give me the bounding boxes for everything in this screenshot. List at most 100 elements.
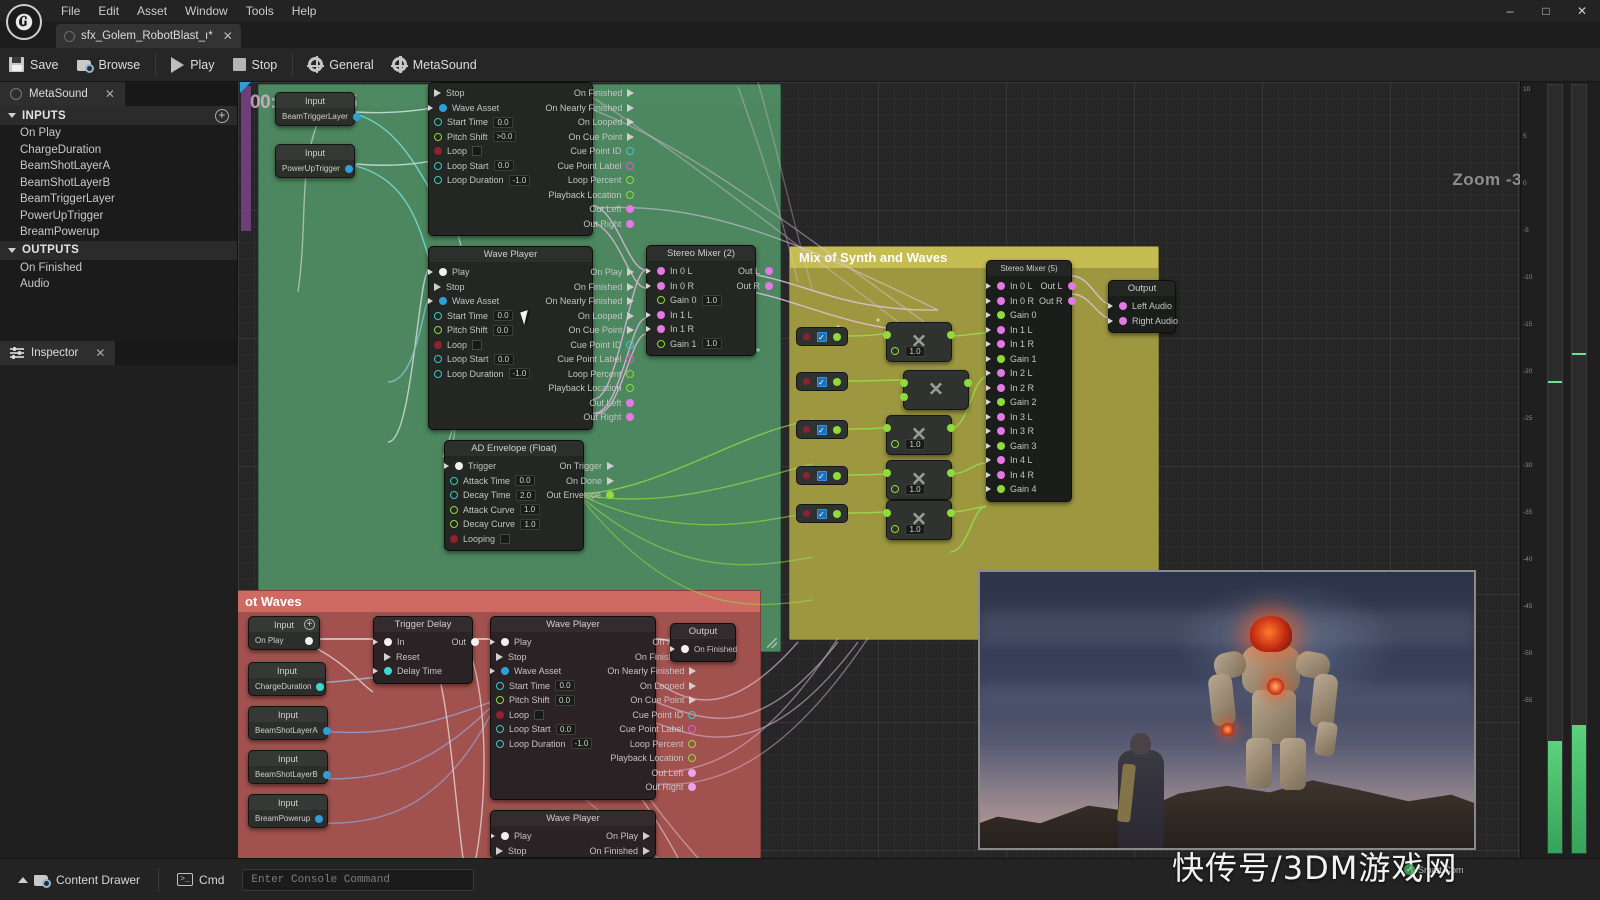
- audio-pin[interactable]: [997, 470, 1005, 479]
- float-pin-out[interactable]: [947, 469, 955, 477]
- string-pin[interactable]: [626, 355, 635, 364]
- float-pin[interactable]: [997, 485, 1005, 494]
- audio-pin[interactable]: [1119, 302, 1127, 311]
- float-pin[interactable]: [833, 425, 841, 434]
- float-pin-b[interactable]: [891, 485, 899, 493]
- audio-pin[interactable]: [997, 383, 1005, 392]
- time-pin[interactable]: [434, 369, 442, 378]
- gain-toggle-row-4[interactable]: ✓: [796, 504, 848, 523]
- value-field[interactable]: 0.0: [492, 324, 513, 336]
- float-pin[interactable]: [688, 739, 697, 748]
- value-field[interactable]: 2.0: [515, 489, 536, 501]
- int-pin[interactable]: [626, 147, 635, 156]
- close-icon[interactable]: ✕: [105, 87, 115, 101]
- enable-checkbox[interactable]: ✓: [816, 508, 827, 519]
- exec-pin[interactable]: [455, 462, 463, 471]
- exec-pin[interactable]: [607, 462, 615, 471]
- inputs-section-header[interactable]: INPUTS +: [0, 106, 237, 125]
- string-pin[interactable]: [688, 725, 697, 734]
- node-output-audio[interactable]: Output Left Audio Right Audio: [1108, 280, 1178, 333]
- float-pin[interactable]: [657, 296, 665, 305]
- bool-pin[interactable]: [450, 534, 458, 543]
- float-pin-a[interactable]: [883, 424, 891, 432]
- value-field[interactable]: 1.0: [701, 294, 722, 306]
- float-pin[interactable]: [657, 339, 665, 348]
- exec-pin[interactable]: [496, 652, 503, 661]
- close-icon[interactable]: ✕: [95, 346, 105, 360]
- input-node-beamshotlayera[interactable]: Input BeamShotLayerA: [248, 706, 331, 740]
- float-pin-b[interactable]: [900, 393, 908, 401]
- bool-pin[interactable]: [496, 710, 504, 719]
- audio-pin[interactable]: [997, 369, 1005, 378]
- bool-pin[interactable]: [803, 426, 810, 433]
- audio-pin[interactable]: [626, 413, 635, 422]
- value-field[interactable]: 0.0: [554, 694, 575, 706]
- float-pin[interactable]: [626, 176, 635, 185]
- exec-pin[interactable]: [607, 476, 615, 485]
- object-pin[interactable]: [501, 667, 509, 676]
- time-pin[interactable]: [316, 682, 325, 691]
- value-field[interactable]: -1.0: [508, 174, 531, 186]
- audio-pin[interactable]: [626, 398, 635, 407]
- float-pin-out[interactable]: [947, 509, 955, 517]
- audio-pin[interactable]: [997, 296, 1005, 305]
- sidebar-item-beamshotlayera[interactable]: BeamShotLayerA: [0, 158, 237, 175]
- sidebar-item-audio[interactable]: Audio: [0, 276, 237, 293]
- float-pin[interactable]: [688, 754, 697, 763]
- audio-pin[interactable]: [997, 325, 1005, 334]
- bool-pin[interactable]: [803, 378, 810, 385]
- input-node-chargeduration[interactable]: Input ChargeDuration: [248, 662, 326, 696]
- exec-pin[interactable]: [627, 268, 635, 277]
- time-pin[interactable]: [434, 311, 442, 320]
- float-pin[interactable]: [450, 520, 458, 529]
- content-drawer-button[interactable]: Content Drawer: [10, 867, 148, 893]
- menu-help[interactable]: Help: [283, 2, 326, 20]
- audio-pin[interactable]: [688, 768, 697, 777]
- time-pin[interactable]: [434, 118, 442, 127]
- multiply-node-2[interactable]: 1.0 ✕: [883, 415, 955, 455]
- audio-pin[interactable]: [765, 281, 774, 290]
- node-wave-player-2[interactable]: Wave Player Play Stop Wave Asset Start T…: [428, 246, 635, 430]
- close-window-button[interactable]: ✕: [1564, 0, 1600, 22]
- exec-pin[interactable]: [689, 667, 697, 676]
- time-pin[interactable]: [434, 161, 442, 170]
- audio-pin[interactable]: [997, 427, 1005, 436]
- general-settings-button[interactable]: General: [299, 51, 382, 79]
- float-pin[interactable]: [997, 398, 1005, 407]
- object-pin[interactable]: [344, 164, 353, 173]
- audio-pin[interactable]: [688, 783, 697, 792]
- exec-pin[interactable]: [384, 652, 391, 661]
- string-pin[interactable]: [626, 161, 635, 170]
- time-pin[interactable]: [450, 491, 458, 500]
- audio-pin[interactable]: [1119, 316, 1127, 325]
- float-pin[interactable]: [997, 441, 1005, 450]
- value-field[interactable]: 0.0: [493, 116, 514, 128]
- audio-pin[interactable]: [997, 456, 1005, 465]
- node-wave-player-4[interactable]: Wave Player Play Stop On Play On Finishe…: [490, 810, 656, 858]
- multiply-node-1[interactable]: ✕: [900, 370, 972, 410]
- audio-pin[interactable]: [997, 282, 1005, 291]
- exec-pin[interactable]: [681, 645, 689, 654]
- cmd-button[interactable]: >_ Cmd: [169, 867, 232, 893]
- enable-checkbox[interactable]: ✓: [816, 376, 827, 387]
- gain-toggle-row-1[interactable]: ✓: [796, 372, 848, 391]
- object-pin[interactable]: [322, 726, 331, 735]
- object-pin[interactable]: [322, 770, 331, 779]
- save-button[interactable]: Save: [0, 51, 68, 79]
- float-pin-out[interactable]: [964, 379, 972, 387]
- exec-pin[interactable]: [627, 297, 635, 306]
- value-field[interactable]: 0.0: [493, 310, 514, 322]
- float-pin-b[interactable]: [891, 525, 899, 533]
- exec-pin[interactable]: [627, 282, 635, 291]
- value-field[interactable]: 0.0: [515, 475, 536, 487]
- float-pin-out[interactable]: [947, 331, 955, 339]
- value-field[interactable]: >0.0: [492, 131, 517, 143]
- metasound-settings-button[interactable]: MetaSound: [383, 51, 486, 79]
- bool-pin[interactable]: [434, 340, 442, 349]
- audio-pin[interactable]: [657, 310, 665, 319]
- int-pin[interactable]: [626, 340, 635, 349]
- resize-grip[interactable]: [767, 638, 777, 648]
- value-field[interactable]: -1.0: [570, 738, 593, 750]
- audio-pin[interactable]: [1067, 282, 1076, 291]
- audio-pin[interactable]: [626, 205, 635, 214]
